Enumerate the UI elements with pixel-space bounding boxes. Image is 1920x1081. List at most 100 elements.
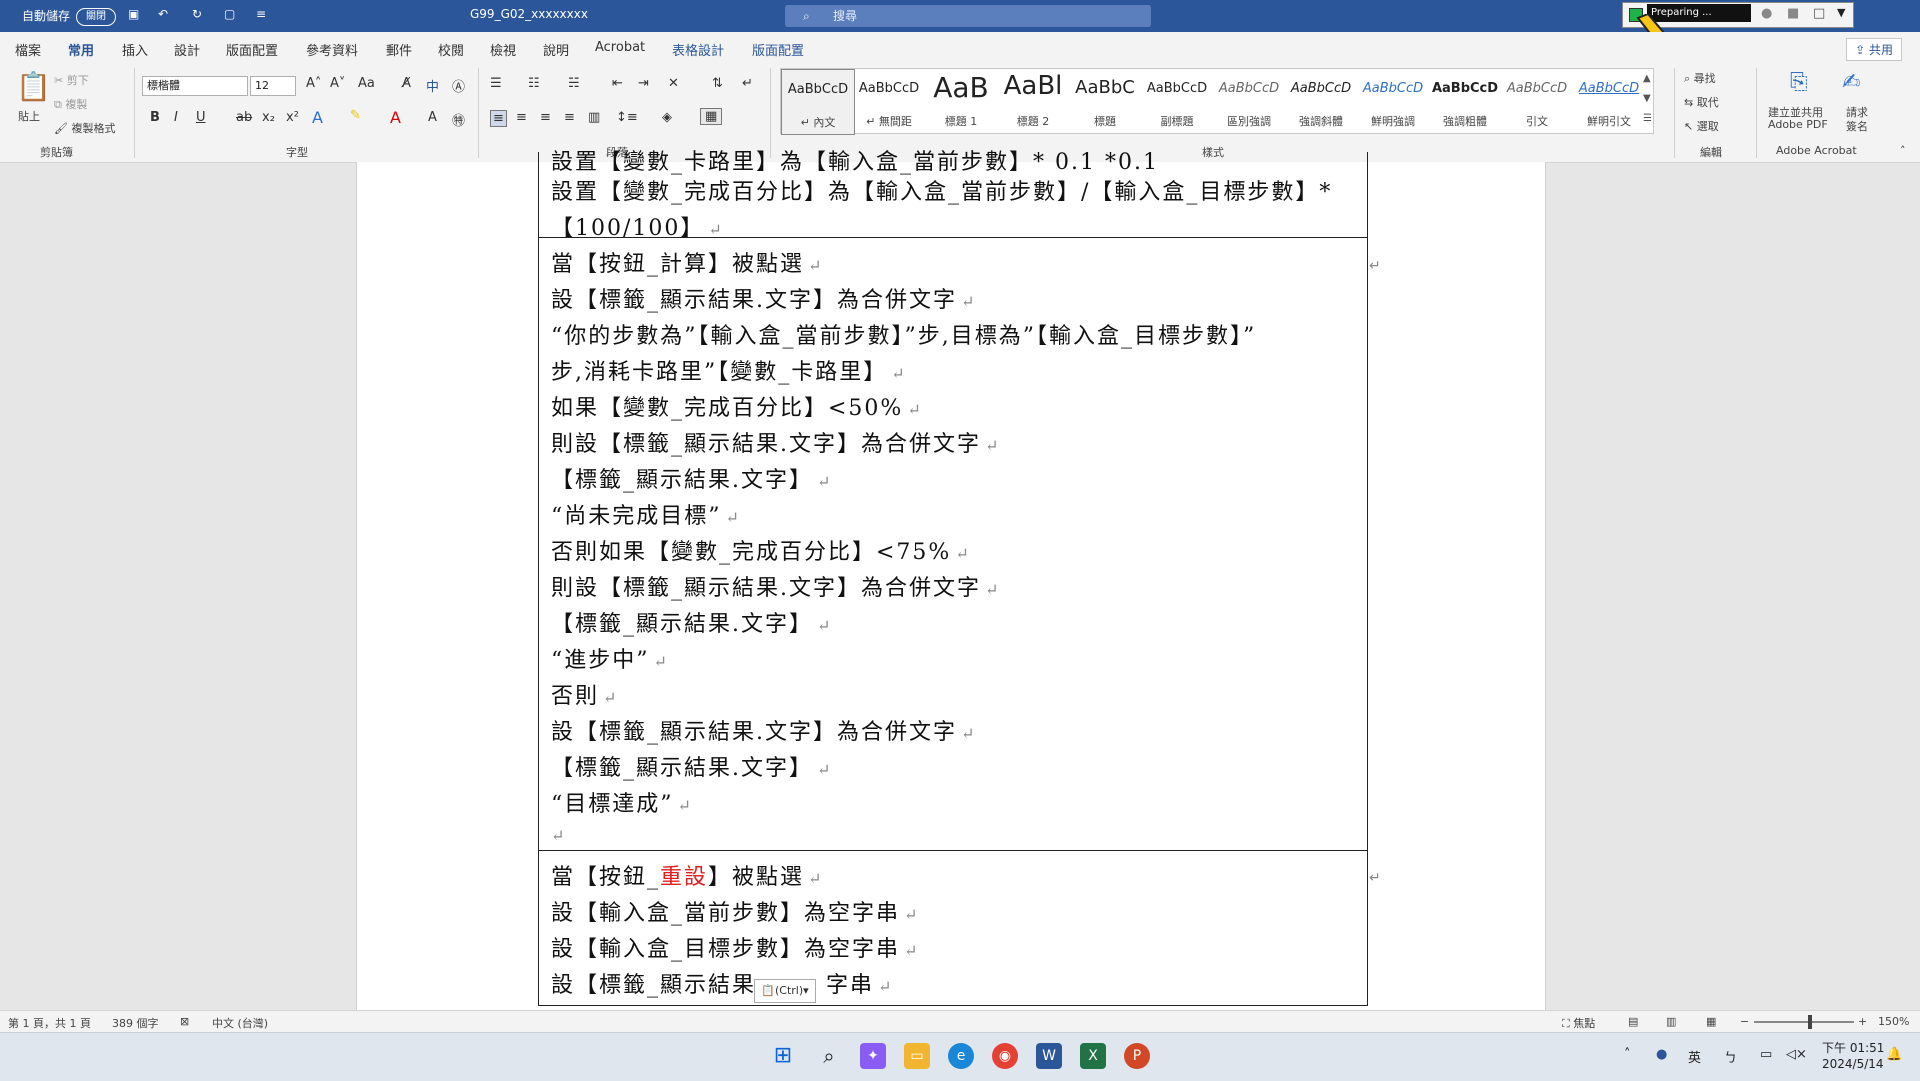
document-line[interactable]: 【標籤_顯示結果.文字】 ↵ [551,750,832,782]
document-line[interactable]: 設置【變數_完成百分比】為【輸入盒_當前步數】/【輸入盒_目標步數】* [551,174,1332,206]
tab-file[interactable]: 檔案 [15,40,41,59]
align-center-icon[interactable]: ≡ [516,110,527,125]
request-signature-icon[interactable]: ✍ [1842,70,1860,95]
document-line[interactable]: 設【輸入盒_目標步數】為空字串 ↵ [551,931,919,963]
document-line[interactable]: “尚未完成目標” ↵ [551,498,741,530]
create-pdf-button-line2[interactable]: Adobe PDF [1768,118,1828,131]
zoom-in-icon[interactable]: + [1858,1015,1867,1028]
font-name-select[interactable]: 標楷體 [142,76,248,96]
tab-layout[interactable]: 版面配置 [226,40,278,59]
request-signature-button-line2[interactable]: 簽名 [1846,118,1868,134]
document-line[interactable]: 【標籤_顯示結果.文字】 ↵ [551,462,832,494]
copy-button[interactable]: ⧉ 複製 [54,96,87,112]
word-count[interactable]: 389 個字 [112,1015,159,1031]
document-line[interactable]: “你的步數為”【輸入盒_當前步數】”步,目標為”【輸入盒_目標步數】” [551,318,1256,350]
document-line[interactable]: 設置【變數_卡路里】為【輸入盒_當前步數】* 0.1 *0.1 [551,144,1159,176]
search-icon[interactable]: ⌕ [816,1043,842,1069]
table-cell-3[interactable]: 當【按鈕_重設】被點選 ↵ 設【輸入盒_當前步數】為空字串 ↵ 設【輸入盒_目標步數… [539,850,1367,1005]
powerpoint-icon[interactable]: P [1124,1043,1150,1069]
line-spacing-icon[interactable]: ↕≡ [616,110,638,125]
grow-font-icon[interactable]: A˄ [306,76,321,91]
word-icon[interactable]: W [1036,1043,1062,1069]
style-no-spacing[interactable]: AaBbCcD ↵ 無間距 [853,69,925,133]
document-line[interactable]: “進步中” ↵ [551,642,669,674]
borders-icon[interactable]: ▦ [700,108,723,125]
align-left-icon[interactable]: ≡ [490,110,507,127]
paste-button[interactable]: 貼上 [18,108,40,124]
clear-formatting-icon[interactable]: A̸ [402,76,411,91]
document-line[interactable]: 設【輸入盒_當前步數】為空字串 ↵ [551,895,919,927]
chrome-icon[interactable]: ◉ [992,1043,1018,1069]
document-line[interactable]: 設【標籤_顯示結果.文字】為合併文字 ↵ [551,282,976,314]
paste-icon[interactable]: 📋 [16,70,51,103]
ime-mode-icon[interactable]: ㄅ [1724,1047,1737,1066]
network-icon[interactable]: ▭ [1760,1047,1772,1062]
notification-bell-icon[interactable]: 🔔 [1886,1047,1902,1062]
new-document-icon[interactable]: ▢ [224,7,235,21]
select-button[interactable]: ↖ 選取 [1684,118,1719,134]
print-layout-icon[interactable]: ▥ [1666,1015,1676,1028]
tab-references[interactable]: 參考資料 [306,40,358,59]
document-line[interactable]: ↵ [551,822,566,847]
style-subtle-emphasis[interactable]: AaBbCcD 區別強調 [1213,69,1285,133]
redo-icon[interactable]: ↻ [192,7,202,21]
bold-icon[interactable]: B [150,110,160,125]
focus-mode-button[interactable]: ⛶ 焦點 [1562,1015,1595,1031]
distributed-icon[interactable]: ▥ [588,110,600,125]
zoom-slider-thumb[interactable] [1808,1015,1812,1029]
find-button[interactable]: ⌕ 尋找 [1684,70,1716,86]
increase-indent-icon[interactable]: ⇥ [638,76,649,91]
sort-icon[interactable]: ⇅ [712,76,723,91]
copilot-icon[interactable]: ✦ [860,1043,886,1069]
style-heading-1[interactable]: AaB 標題 1 [925,69,997,133]
style-title[interactable]: AaBbC 標題 [1069,69,1141,133]
document-line[interactable]: 否則如果【變數_完成百分比】<75% ↵ [551,534,971,566]
cut-button[interactable]: ✂ 剪下 [54,72,89,88]
shading-icon[interactable]: ◈ [662,110,672,125]
document-line[interactable]: 如果【變數_完成百分比】<50% ↵ [551,390,923,422]
tab-mailings[interactable]: 郵件 [386,40,412,59]
tab-view[interactable]: 檢視 [490,40,516,59]
table-cell-2[interactable]: 當【按鈕_計算】被點選 ↵ 設【標籤_顯示結果.文字】為合併文字 ↵ “你的步數為”… [539,237,1367,850]
code-table[interactable]: 設置【變數_卡路里】為【輸入盒_當前步數】* 0.1 *0.1 設置【變數_完成… [538,150,1368,1006]
document-line[interactable]: “目標達成” ↵ [551,786,693,818]
customize-toolbar-icon[interactable]: ≡ [256,7,266,21]
style-normal[interactable]: AaBbCcD ↵ 內文 [781,69,855,135]
style-intense-quote[interactable]: AaBbCcD 鮮明引文 [1573,69,1645,133]
text-effects-icon[interactable]: A [312,108,323,127]
tab-table-layout[interactable]: 版面配置 [752,40,804,59]
highlight-icon[interactable]: ✎ [350,108,361,123]
clock-date[interactable]: 2024/5/14 [1822,1057,1884,1071]
tab-help[interactable]: 說明 [543,40,569,59]
document-line[interactable]: 當【按鈕_重設】被點選 ↵ [551,859,823,891]
font-color-icon[interactable]: A [390,108,401,127]
tab-home[interactable]: 常用 [65,40,97,66]
chevron-up-icon[interactable]: ˄ [1624,1047,1631,1062]
tab-design[interactable]: 設計 [174,40,200,59]
subscript-icon[interactable]: x₂ [262,110,275,125]
microphone-icon[interactable]: ● [1656,1047,1667,1062]
page-count[interactable]: 第 1 頁，共 1 頁 [8,1015,91,1031]
phonetic-guide-icon[interactable]: 中 [426,76,439,95]
search-input[interactable]: ⌕ 搜尋 [785,5,1151,27]
document-line[interactable]: 設【標籤_顯示結果 字串 ↵ [551,967,893,999]
language-indicator[interactable]: 中文 (台灣) [212,1015,268,1031]
tab-review[interactable]: 校閱 [438,40,464,59]
shrink-font-icon[interactable]: A˅ [330,76,345,91]
ime-indicator[interactable]: 英 [1688,1047,1701,1066]
document-filename[interactable]: G99_G02_xxxxxxxx [470,7,588,21]
format-painter-button[interactable]: 🖌 複製格式 [54,120,115,136]
style-quote[interactable]: AaBbCcD 引文 [1501,69,1573,133]
show-marks-icon[interactable]: ↵ [742,76,753,91]
document-line[interactable]: 否則 ↵ [551,678,618,710]
pdf-icon[interactable]: ⎘ [1790,70,1808,95]
gallery-scroll-up-icon[interactable]: ▲ [1643,73,1651,84]
file-explorer-icon[interactable]: ▭ [904,1043,930,1069]
undo-icon[interactable]: ↶ [158,7,168,21]
style-strong[interactable]: AaBbCcD 強調粗體 [1429,69,1501,133]
document-line[interactable]: 步,消耗卡路里”【變數_卡路里】 ↵ [551,354,907,386]
edge-icon[interactable]: e [948,1043,974,1069]
style-subtitle[interactable]: AaBbCcD 副標題 [1141,69,1213,133]
read-mode-icon[interactable]: ▤ [1628,1015,1638,1028]
zoom-out-icon[interactable]: − [1740,1015,1749,1028]
